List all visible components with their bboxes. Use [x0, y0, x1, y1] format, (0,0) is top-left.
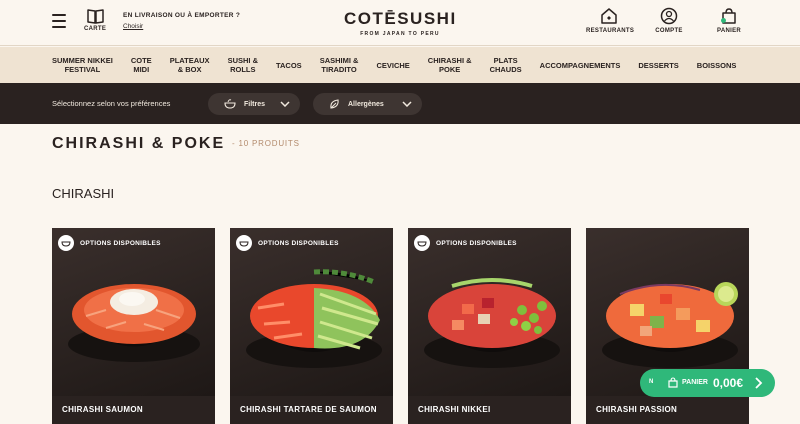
product-count: - 10 PRODUITS [232, 139, 300, 148]
options-badge: OPTIONS DISPONIBLES [236, 235, 339, 251]
product-card-chirashi-tartare-de-saumon[interactable]: OPTIONS DISPONIBLES CHIRASHI TARTARE DE … [230, 228, 393, 424]
options-label: OPTIONS DISPONIBLES [436, 239, 517, 247]
logo-name: COTĒSUSHI [344, 9, 457, 28]
filter-bar: Sélectionnez selon vos préférences Filtr… [0, 83, 800, 124]
logo-tagline: FROM JAPAN TO PERU [360, 31, 440, 37]
category-cote-midi[interactable]: COTE MIDI [131, 56, 152, 74]
options-label: OPTIONS DISPONIBLES [80, 239, 161, 247]
product-name: CHIRASHI SAUMON [62, 405, 143, 414]
bag-icon [668, 377, 678, 388]
filters-label: Filtres [244, 100, 266, 108]
bowl-icon [58, 235, 74, 251]
chevron-down-icon [280, 101, 290, 107]
product-name: CHIRASHI TARTARE DE SAUMON [240, 405, 377, 414]
bowl-icon [236, 235, 252, 251]
product-photo: OPTIONS DISPONIBLES [230, 228, 393, 396]
category-sashimi-tiradito[interactable]: SASHIMI & TIRADITO [320, 56, 359, 74]
delivery-choose-link[interactable]: Choisir [123, 23, 240, 30]
chirashi-passion-image [602, 282, 738, 368]
delivery-question: EN LIVRAISON OU À EMPORTER ? [123, 12, 241, 19]
options-badge: OPTIONS DISPONIBLES [414, 235, 517, 251]
product-card-chirashi-saumon[interactable]: OPTIONS DISPONIBLES CHIRASHI SAUMON [52, 228, 215, 424]
cart-badge: N [649, 379, 654, 385]
category-boissons[interactable]: BOISSONS [697, 61, 737, 70]
options-badge: OPTIONS DISPONIBLES [58, 235, 161, 251]
chevron-down-icon [402, 101, 412, 107]
category-tacos[interactable]: TACOS [276, 61, 302, 70]
user-icon [660, 7, 678, 25]
category-summer-nikkei-festival[interactable]: SUMMER NIKKEI FESTIVAL [52, 56, 113, 74]
chirashi-nikkei-image [424, 278, 560, 368]
product-photo: OPTIONS DISPONIBLES [52, 228, 215, 396]
category-plateaux-box[interactable]: PLATEAUX & BOX [170, 56, 210, 74]
filters-dropdown[interactable]: Filtres [208, 93, 300, 115]
account-label: COMPTE [655, 28, 683, 34]
cart-button[interactable]: PANIER [706, 7, 752, 34]
cart-total: 0,00€ [713, 376, 744, 390]
floating-cart-button[interactable]: N PANIER 0,00€ [640, 369, 775, 397]
category-ceviche[interactable]: CEVICHE [376, 61, 409, 70]
allergens-dropdown[interactable]: Allergènes [313, 93, 422, 115]
section-title: CHIRASHI [52, 186, 115, 201]
carte-button[interactable]: CARTE [84, 8, 106, 32]
delivery-selector: EN LIVRAISON OU À EMPORTER ? Choisir [123, 12, 240, 30]
menu-icon[interactable] [52, 14, 66, 28]
site-header: CARTE EN LIVRAISON OU À EMPORTER ? Chois… [0, 0, 800, 46]
brand-logo[interactable]: COTĒSUSHI FROM JAPAN TO PERU [344, 9, 456, 37]
product-name: CHIRASHI NIKKEI [418, 405, 491, 414]
account-button[interactable]: COMPTE [646, 7, 692, 34]
category-nav: SUMMER NIKKEI FESTIVAL COTE MIDI PLATEAUX &… [0, 47, 800, 83]
bowl-icon [414, 235, 430, 251]
category-chirashi-poke[interactable]: CHIRASHI & POKE [428, 56, 472, 74]
restaurants-label: RESTAURANTS [586, 28, 635, 34]
bowl-icon [224, 99, 236, 109]
category-sushi-rolls[interactable]: SUSHI & ROLLS [228, 56, 258, 74]
cart-label: PANIER [716, 28, 742, 34]
options-label: OPTIONS DISPONIBLES [258, 239, 339, 247]
leaf-icon [330, 98, 339, 109]
chirashi-tartare-de-saumon-image [246, 269, 382, 368]
product-card-chirashi-nikkei[interactable]: OPTIONS DISPONIBLES CHIRASHI NIKKEI [408, 228, 571, 424]
house-icon [601, 8, 617, 24]
cart-status-dot [721, 18, 726, 23]
chirashi-saumon-image [68, 284, 200, 362]
carte-label: CARTE [84, 26, 107, 32]
page-title: CHIRASHI & POKE [52, 135, 226, 152]
category-plats-chauds[interactable]: PLATS CHAUDS [490, 56, 522, 74]
restaurants-button[interactable]: RESTAURANTS [586, 7, 635, 34]
product-photo: OPTIONS DISPONIBLES [408, 228, 571, 396]
floating-cart-label: PANIER [682, 379, 708, 386]
category-accompagnements[interactable]: ACCOMPAGNEMENTS [540, 61, 621, 70]
product-name: CHIRASHI PASSION [596, 405, 678, 414]
filter-bar-lead: Sélectionnez selon vos préférences [52, 99, 171, 108]
allergens-label: Allergènes [348, 100, 384, 108]
category-desserts[interactable]: DESSERTS [638, 61, 678, 70]
chevron-right-icon [755, 377, 763, 389]
book-icon [86, 9, 104, 24]
